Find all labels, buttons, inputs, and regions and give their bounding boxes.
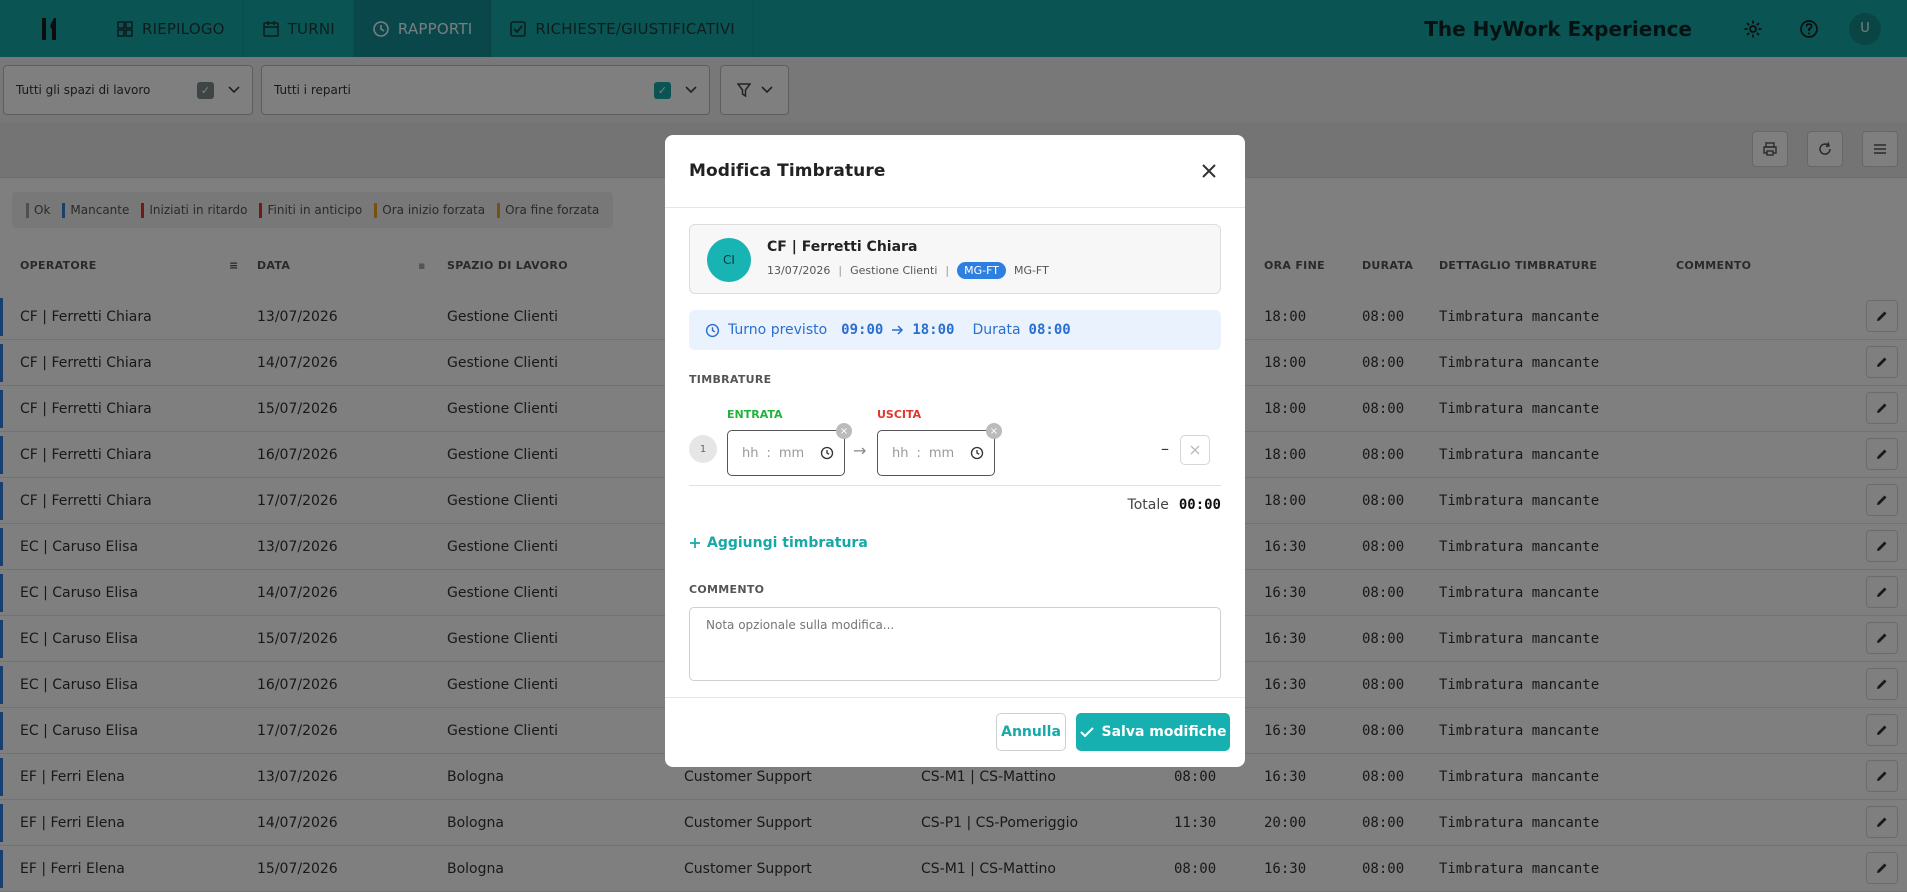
clock-icon (970, 446, 984, 460)
clear-uscita-button[interactable]: × (986, 423, 1002, 439)
timbratura-duration: – (1161, 439, 1169, 458)
add-timbratura-label: Aggiungi timbratura (707, 535, 868, 551)
operator-avatar: CI (707, 238, 751, 282)
cancel-button[interactable]: Annulla (996, 713, 1066, 751)
uscita-time-input[interactable]: hh : mm × (877, 423, 1002, 476)
dialog-header: Modifica Timbrature (665, 135, 1245, 208)
timbratura-index: 1 (689, 435, 717, 463)
durata-label: Durata (972, 322, 1021, 338)
hours-placeholder: hh (742, 445, 759, 461)
turno-durata: 08:00 (1028, 322, 1071, 338)
save-label: Salva modifiche (1101, 724, 1227, 740)
totale-value: 00:00 (1178, 497, 1221, 513)
operator-meta: 13/07/2026 | Gestione Clienti | MG-FT MG… (767, 262, 1049, 279)
entrata-label: ENTRATA (727, 408, 783, 421)
hours-placeholder: hh (892, 445, 909, 461)
entrata-time-input[interactable]: hh : mm × (727, 423, 852, 476)
totale-label: Totale (1127, 497, 1169, 513)
commento-section-label: COMMENTO (689, 583, 765, 596)
turno-start: 09:00 (841, 322, 884, 338)
arrow-right-icon (892, 325, 904, 335)
clock-icon (820, 446, 834, 460)
operator-card: CI CF | Ferretti Chiara 13/07/2026 | Ges… (689, 224, 1221, 294)
expected-shift-banner: Turno previsto 09:00 18:00 Durata 08:00 (689, 310, 1221, 350)
check-icon (1079, 727, 1094, 738)
timbrature-section-label: TIMBRATURE (689, 373, 772, 386)
dialog-title: Modifica Timbrature (689, 161, 886, 181)
operator-space: Gestione Clienti (850, 264, 938, 277)
clock-icon (705, 323, 720, 337)
turno-end: 18:00 (912, 322, 955, 338)
minutes-placeholder: mm (778, 445, 805, 461)
close-button[interactable] (1197, 159, 1221, 183)
turno-label: Turno previsto (728, 322, 828, 338)
commento-textarea[interactable] (689, 607, 1221, 681)
close-icon (1190, 445, 1200, 455)
operator-date: 13/07/2026 (767, 264, 831, 277)
arrow-right-icon: → (853, 441, 867, 460)
totale-row: Totale 00:00 (1128, 497, 1221, 513)
minutes-placeholder: mm (928, 445, 955, 461)
edit-timbrature-dialog: Modifica Timbrature CI CF | Ferretti Chi… (665, 135, 1245, 767)
add-timbratura-button[interactable]: Aggiungi timbratura (689, 535, 868, 551)
operator-name: CF | Ferretti Chiara (767, 239, 918, 255)
dialog-footer: Annulla Salva modifiche (665, 697, 1245, 767)
plus-icon (690, 538, 700, 548)
divider (689, 485, 1221, 486)
shift-badge: MG-FT (957, 262, 1006, 279)
close-icon (1202, 164, 1216, 178)
shift-code: MG-FT (1013, 264, 1049, 277)
clear-entrata-button[interactable]: × (836, 423, 852, 439)
uscita-label: USCITA (877, 408, 922, 421)
save-button[interactable]: Salva modifiche (1076, 713, 1230, 751)
remove-timbratura-button[interactable] (1180, 435, 1210, 465)
